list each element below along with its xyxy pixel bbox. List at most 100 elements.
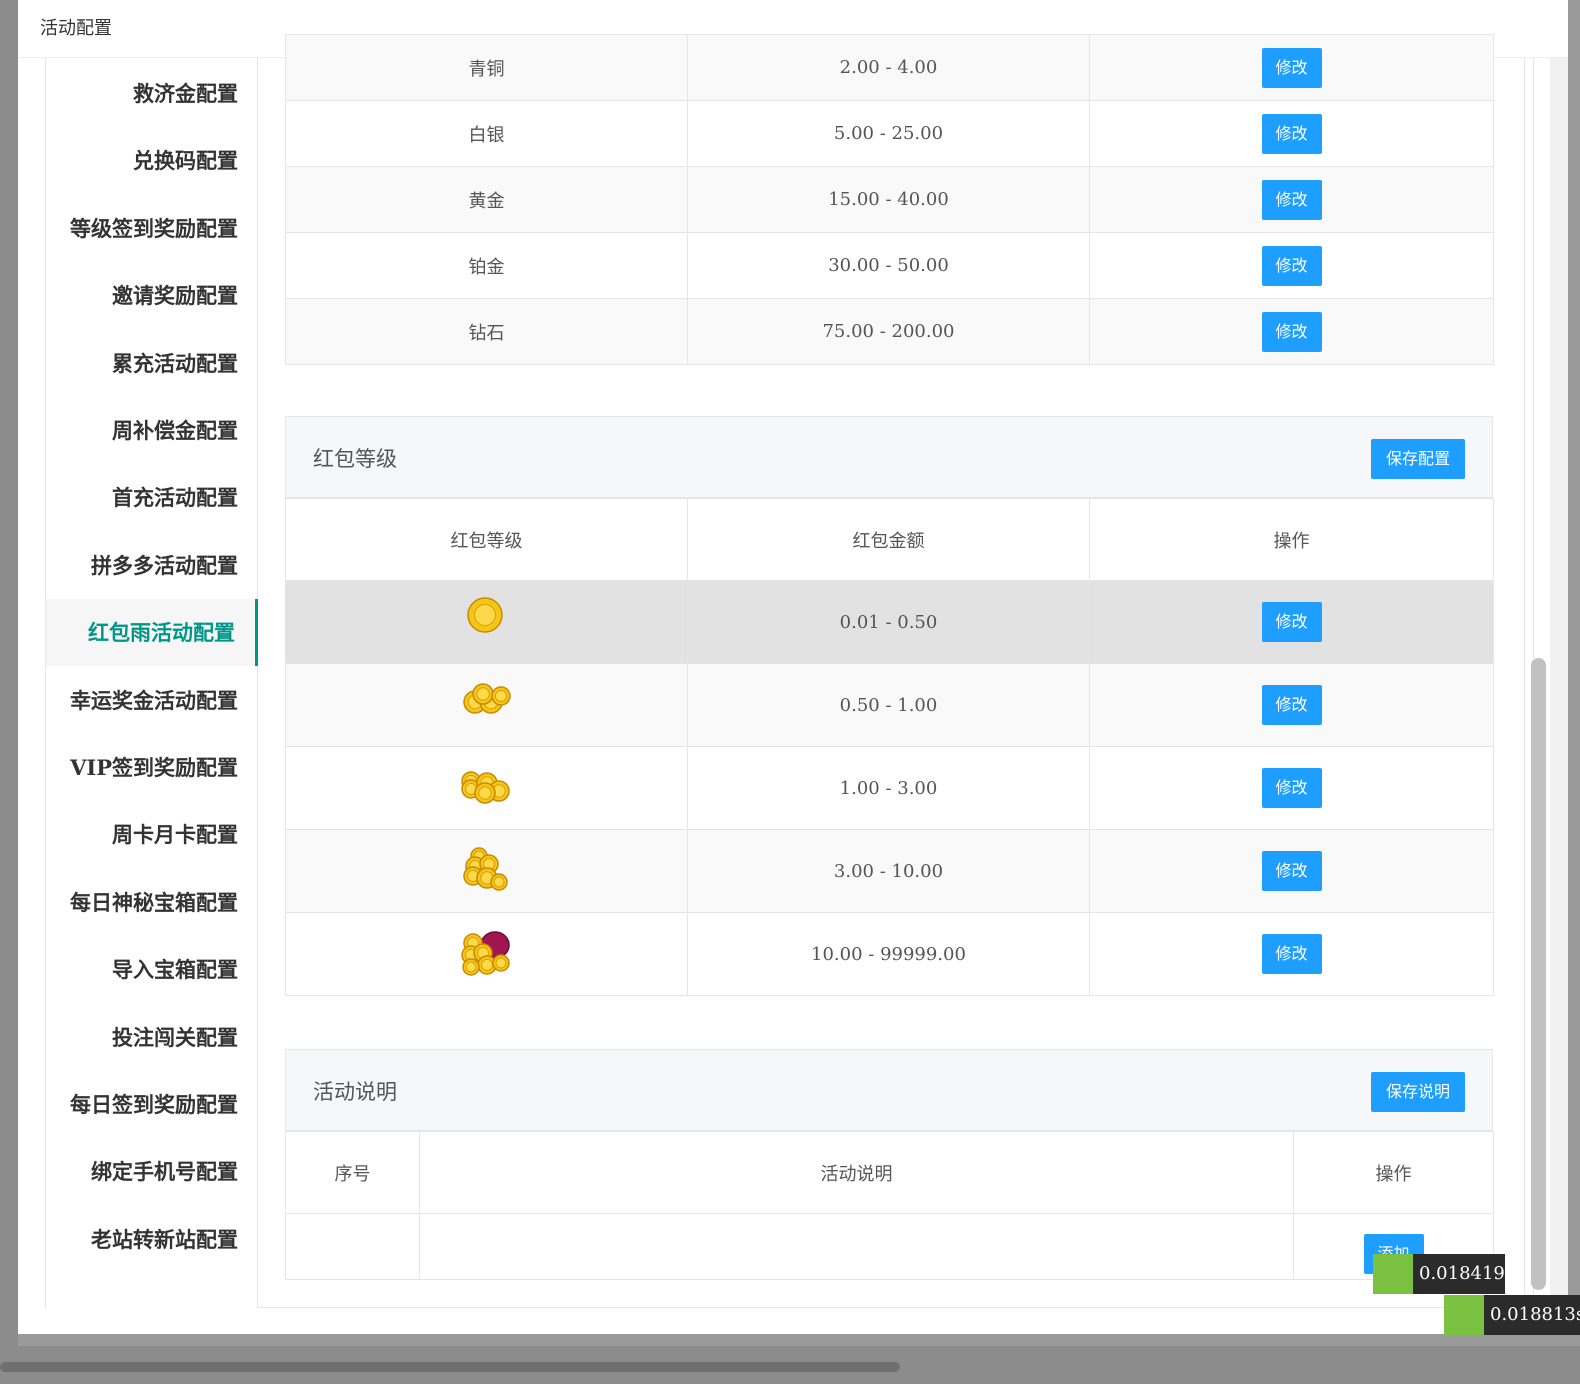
main-content: 青铜 2.00 - 4.00 修改 白银 5.00 - 25.00 修改 黄金 15.00 -… [285,34,1495,1308]
edit-button[interactable]: 修改 [1261,934,1322,974]
sidebar-item[interactable]: 首充活动配置 [46,464,258,531]
table-cell: 修改 [1089,746,1494,830]
sidebar-item[interactable]: 幸运奖金活动配置 [46,667,258,734]
table-cell [285,746,688,830]
perf-badge: 0.018813s [1444,1295,1580,1335]
redpacket-header-row: 红包等级 红包金额 操作 [285,498,1494,581]
coin-stacks-icon [457,842,517,901]
sidebar-item[interactable]: 投注闯关配置 [46,1004,258,1071]
table-cell [285,829,688,913]
config-panel: 救济金配置 兑换码配置 等级签到奖励配置 邀请奖励配置 累充活动配置 周补偿金配置 首充活动… [45,34,1525,1308]
table-row: 1.00 - 3.00 修改 [285,746,1494,830]
redpacket-title: 红包等级 [313,447,397,471]
table-cell [285,663,688,747]
level-name: 黄金 [285,166,688,233]
table-cell: 修改 [1089,580,1494,664]
edit-button[interactable]: 修改 [1261,851,1322,891]
sidebar-item[interactable]: 每日神秘宝箱配置 [46,869,258,936]
coin-pile-icon [457,759,517,818]
table-row: 3.00 - 10.00 修改 [285,829,1494,913]
save-description-button[interactable]: 保存说明 [1370,1072,1465,1112]
column-header: 操作 [1089,498,1494,581]
backdrop-left [0,0,18,1384]
edit-button[interactable]: 修改 [1261,602,1322,642]
edit-button[interactable]: 修改 [1261,685,1322,725]
table-row: 黄金 15.00 - 40.00 修改 [285,166,1494,233]
perf-time: 0.018813s [1490,1304,1580,1325]
edit-button[interactable]: 修改 [1261,113,1322,154]
redpacket-table: 红包等级 红包金额 操作 0.01 - 0.50 修改 0.50 - 1.00 修改 1… [285,498,1494,996]
sidebar-item[interactable]: 导入宝箱配置 [46,936,258,1003]
activity-title: 活动说明 [313,1080,397,1104]
table-cell: 修改 [1089,34,1494,101]
content-scrollbar-thumb[interactable] [1531,658,1546,1290]
edit-button[interactable]: 修改 [1261,311,1322,352]
sidebar-item[interactable]: 绑定手机号配置 [46,1138,258,1205]
edit-button[interactable]: 修改 [1261,47,1322,88]
table-cell: 修改 [1089,232,1494,299]
save-config-button[interactable]: 保存配置 [1370,439,1465,479]
single-coin-icon [457,593,517,652]
sidebar-item[interactable]: 拼多多活动配置 [46,532,258,599]
activity-header-row: 序号 活动说明 操作 [285,1131,1494,1214]
sidebar-item[interactable]: 周补偿金配置 [46,397,258,464]
table-cell [285,580,688,664]
table-row: 0.01 - 0.50 修改 [285,580,1494,664]
edit-button[interactable]: 修改 [1261,179,1322,220]
table-cell: 修改 [1089,298,1494,365]
level-name: 青铜 [285,34,688,101]
column-header: 红包等级 [285,498,688,581]
level-table: 青铜 2.00 - 4.00 修改 白银 5.00 - 25.00 修改 黄金 15.00 -… [285,34,1494,365]
edit-button[interactable]: 修改 [1261,245,1322,286]
table-cell [285,912,688,996]
sidebar-item[interactable]: VIP签到奖励配置 [46,734,258,801]
table-cell: 修改 [1089,663,1494,747]
table-row: 10.00 - 99999.00 修改 [285,912,1494,996]
table-row: 白银 5.00 - 25.00 修改 [285,100,1494,167]
modal-scroll-track [1550,58,1568,1334]
table-cell: 修改 [1089,100,1494,167]
amount-range: 1.00 - 3.00 [687,746,1090,830]
activity-card-header: 活动说明 保存说明 [285,1049,1493,1131]
perf-badge: 0.018419s [1373,1254,1514,1294]
level-name: 铂金 [285,232,688,299]
column-header: 序号 [285,1131,420,1214]
amount-range: 0.50 - 1.00 [687,663,1090,747]
few-coins-icon [457,676,517,735]
sidebar-nav: 救济金配置 兑换码配置 等级签到奖励配置 邀请奖励配置 累充活动配置 周补偿金配置 首充活动… [46,58,258,1308]
perf-logo-icon [1373,1254,1413,1294]
column-header: 活动说明 [419,1131,1294,1214]
sidebar-item[interactable]: 每日签到奖励配置 [46,1071,258,1138]
table-cell [419,1213,1294,1280]
level-range: 75.00 - 200.00 [687,298,1090,365]
level-name: 白银 [285,100,688,167]
level-name: 钻石 [285,298,688,365]
table-row: 0.50 - 1.00 修改 [285,663,1494,747]
sidebar-item[interactable]: 老站转新站配置 [46,1206,258,1273]
table-cell: 修改 [1089,166,1494,233]
amount-range: 0.01 - 0.50 [687,580,1090,664]
amount-range: 3.00 - 10.00 [687,829,1090,913]
sidebar-item[interactable]: 周卡月卡配置 [46,801,258,868]
amount-range: 10.00 - 99999.00 [687,912,1090,996]
activity-config-modal: 活动配置 救济金配置 兑换码配置 等级签到奖励配置 邀请奖励配置 累充活动配置 周补偿金配… [18,0,1568,1334]
sidebar-item[interactable]: 等级签到奖励配置 [46,195,258,262]
sidebar-item[interactable]: 累充活动配置 [46,330,258,397]
column-header: 红包金额 [687,498,1090,581]
table-row: 铂金 30.00 - 50.00 修改 [285,232,1494,299]
perf-time: 0.018419s [1419,1263,1515,1284]
level-range: 5.00 - 25.00 [687,100,1090,167]
column-header: 操作 [1293,1131,1494,1214]
table-cell [285,1213,420,1280]
sidebar-item[interactable]: 邀请奖励配置 [46,262,258,329]
money-bag-coins-icon [457,925,517,984]
edit-button[interactable]: 修改 [1261,768,1322,808]
table-row: 青铜 2.00 - 4.00 修改 [285,34,1494,101]
sidebar-item[interactable]: 救济金配置 [46,60,258,127]
table-cell: 修改 [1089,912,1494,996]
perf-logo-icon [1444,1295,1484,1335]
page-horizontal-scrollbar[interactable] [0,1362,900,1372]
sidebar-item[interactable]: 红包雨活动配置 [46,599,258,667]
redpacket-card-header: 红包等级 保存配置 [285,416,1493,498]
sidebar-item[interactable]: 兑换码配置 [46,127,258,194]
